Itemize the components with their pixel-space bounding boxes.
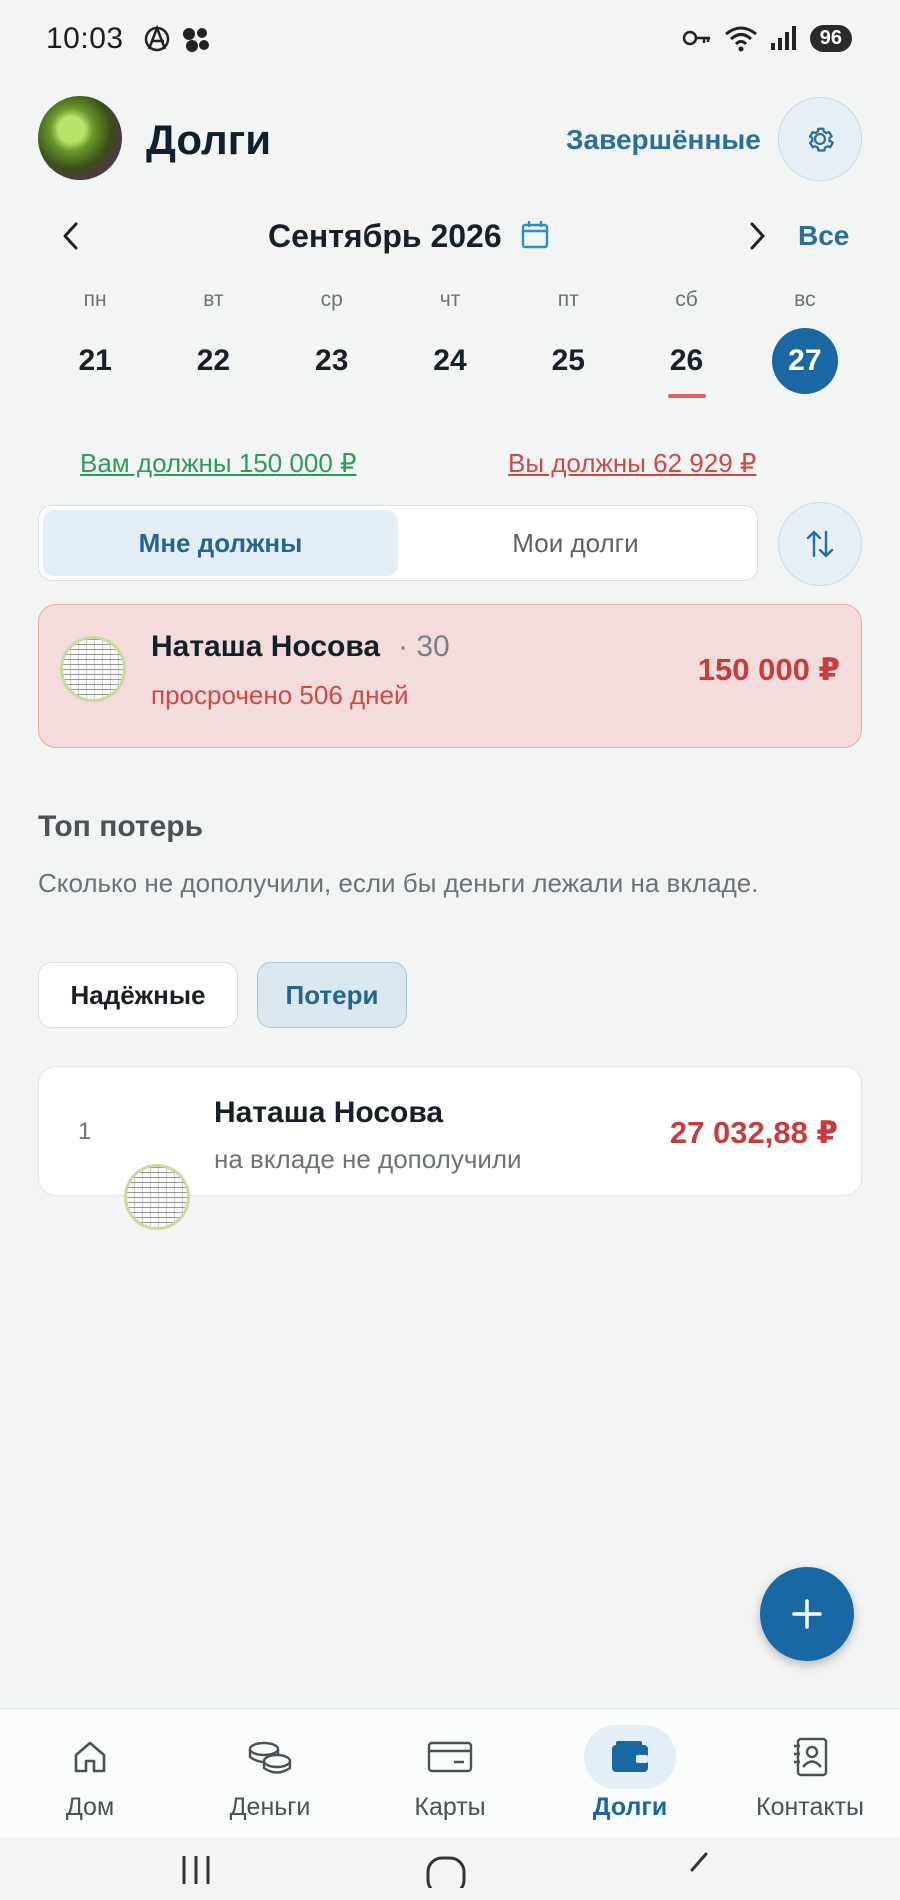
all-link[interactable]: Все [798, 220, 849, 252]
nav-label: Дом [65, 1793, 115, 1821]
loss-name: Наташа Носова [214, 1096, 444, 1129]
add-debt-button[interactable] [760, 1567, 854, 1661]
losses-title: Топ потерь [38, 810, 204, 843]
key-icon [682, 30, 710, 46]
day-number: 24 [433, 344, 467, 377]
signal-icon [770, 26, 796, 50]
debtor-name: Наташа Носова [151, 630, 381, 663]
day-name: пт [557, 288, 579, 311]
day-sun-selected[interactable]: вс 27 [746, 288, 864, 394]
owed-to-you-total[interactable]: Вам должны 150 000 ₽ [80, 448, 357, 479]
day-sat-today[interactable]: сб 26 [627, 288, 745, 398]
day-number: 27 [771, 328, 838, 394]
page-title: Долги [146, 116, 272, 163]
month-label[interactable]: Сентябрь 2026 [268, 218, 502, 255]
bubbles-icon [183, 28, 209, 52]
home-icon [44, 1725, 136, 1789]
day-mon[interactable]: пн 21 [36, 288, 154, 394]
contact-thumbnail [60, 636, 126, 702]
today-underline [667, 394, 706, 398]
contact-thumbnail [124, 1164, 190, 1230]
day-number: 23 [315, 344, 349, 377]
nav-label: Деньги [229, 1793, 311, 1821]
status-time: 10:03 [46, 22, 124, 55]
anarchy-icon [144, 24, 170, 52]
week-strip: пн 21 вт 22 ср 23 чт 24 пт 25 сб 26 вс 27 [36, 288, 864, 398]
nav-label: Контакты [756, 1793, 864, 1821]
sort-arrows-icon [806, 530, 834, 558]
day-name: сб [675, 288, 698, 311]
contacts-icon [764, 1725, 856, 1789]
month-next-button[interactable] [740, 218, 772, 259]
system-nav-bar [0, 1838, 900, 1900]
back-icon[interactable] [680, 1844, 716, 1888]
battery-badge: 96 [809, 24, 852, 52]
recents-icon[interactable] [176, 1844, 216, 1884]
settings-button[interactable] [778, 97, 862, 181]
card-icon [404, 1725, 496, 1789]
chevron-left-icon [63, 222, 78, 250]
wifi-icon [724, 26, 757, 52]
plus-icon [792, 1599, 822, 1629]
day-number: 21 [78, 344, 112, 377]
tab-owed-to-me[interactable]: Мне должны [43, 510, 398, 576]
day-number: 26 [669, 344, 704, 377]
status-system-icons: 96 [682, 24, 852, 52]
you-owe-total[interactable]: Вы должны 62 929 ₽ [508, 448, 756, 479]
month-prev-button[interactable] [56, 218, 88, 259]
day-name: пн [83, 288, 107, 311]
debt-direction-tabs: Мне должны Мои долги [38, 505, 758, 581]
nav-money[interactable]: Деньги [180, 1709, 360, 1838]
bottom-nav: Дом Деньги Карты Долги Контакты [0, 1708, 900, 1838]
nav-debts[interactable]: Долги [540, 1709, 720, 1838]
overdue-status: просрочено 506 дней [151, 680, 409, 710]
nav-label: Долги [592, 1793, 668, 1821]
day-tue[interactable]: вт 22 [154, 288, 272, 394]
nav-contacts[interactable]: Контакты [720, 1709, 900, 1838]
nav-label: Карты [414, 1793, 486, 1821]
losses-description: Сколько не дополучили, если бы деньги ле… [38, 868, 759, 898]
chip-losses[interactable]: Потери [257, 962, 407, 1028]
day-name: вс [794, 288, 816, 311]
loss-amount: 27 032,88 ₽ [669, 1115, 838, 1150]
loss-rank: 1 [78, 1118, 92, 1145]
nav-home[interactable]: Дом [0, 1709, 180, 1838]
chevron-right-icon [750, 222, 765, 250]
gear-icon [808, 127, 834, 152]
day-name: вт [203, 288, 224, 311]
coins-icon [224, 1725, 316, 1789]
day-wed[interactable]: ср 23 [273, 288, 391, 394]
debt-amount: 150 000 ₽ [697, 652, 840, 687]
loss-subtitle: на вкладе не дополучили [214, 1144, 522, 1174]
chip-reliable[interactable]: Надёжные [38, 962, 238, 1028]
day-name: ср [320, 288, 343, 311]
day-thu[interactable]: чт 24 [391, 288, 509, 394]
calendar-icon[interactable] [520, 219, 550, 256]
nav-cards[interactable]: Карты [360, 1709, 540, 1838]
home-nav-icon[interactable] [424, 1844, 468, 1888]
day-number: 22 [196, 344, 231, 377]
tab-my-debts[interactable]: Мои долги [398, 510, 753, 576]
completed-link[interactable]: Завершённые [566, 124, 761, 156]
sort-button[interactable] [778, 502, 862, 586]
wallet-icon [584, 1725, 676, 1789]
day-fri[interactable]: пт 25 [509, 288, 627, 394]
day-number: 25 [551, 344, 585, 377]
debt-count: · 30 [398, 630, 450, 663]
status-notification-icons [142, 24, 212, 54]
day-name: чт [439, 288, 461, 311]
avatar[interactable] [38, 96, 122, 180]
